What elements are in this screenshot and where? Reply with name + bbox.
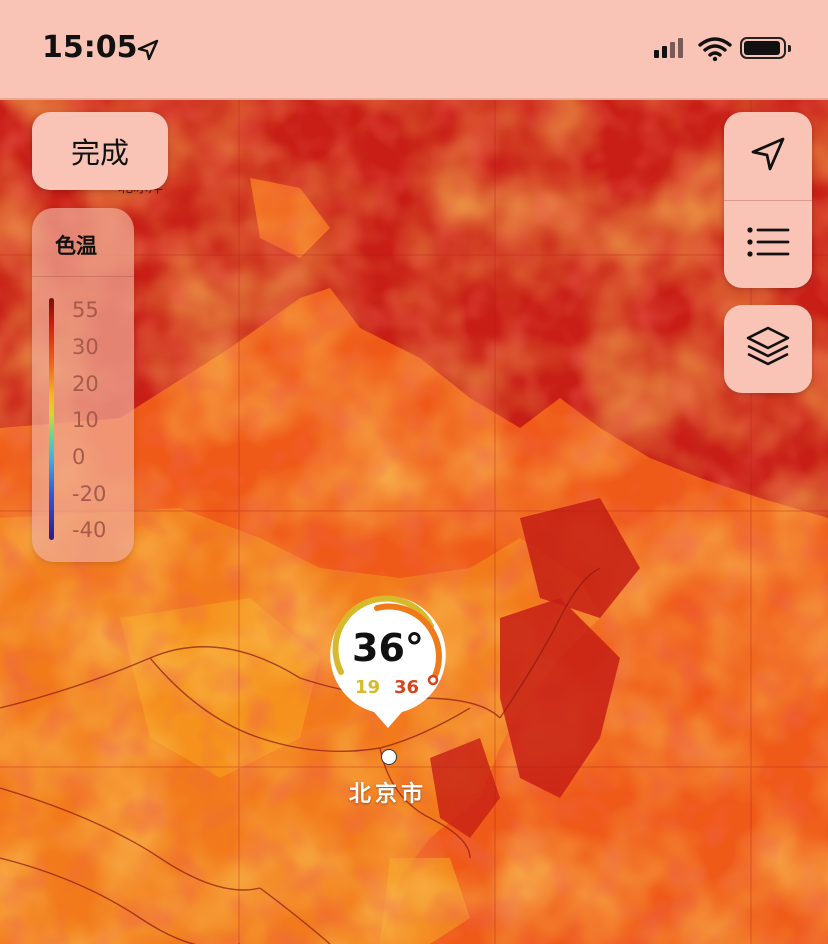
current-temperature: 36° [352,626,424,670]
city-name: 北京市 [348,782,427,807]
status-bar: 15:05 [0,0,828,100]
battery-icon [740,37,791,59]
legend-label: 30 [72,335,99,359]
legend-title: 色温 [55,234,97,258]
map-controls [724,112,812,288]
legend-label: 0 [72,445,86,469]
location-arrow-icon [136,38,160,66]
legend-label: 55 [72,298,99,322]
location-temperature-pin[interactable]: 36° 19 36 [327,594,449,732]
low-temperature: 19 [355,677,381,698]
layers-button[interactable] [724,305,812,393]
legend-color-scale [49,298,54,540]
cellular-signal-icon [654,38,683,58]
legend-label: 10 [72,408,99,432]
legend-label: 20 [72,372,99,396]
legend-label: -40 [72,518,107,542]
high-temperature: 36 [394,677,420,698]
wifi-icon [698,36,732,66]
done-button[interactable]: 完成 [32,112,168,190]
navigate-button[interactable] [724,112,812,200]
list-button[interactable] [724,200,812,288]
legend-divider [32,276,134,277]
legend-label: -20 [72,482,107,506]
list-icon [746,225,790,263]
city-marker[interactable] [381,749,397,765]
layers-icon [745,325,791,373]
status-time: 15:05 [42,30,138,65]
navigation-arrow-icon [748,134,788,178]
